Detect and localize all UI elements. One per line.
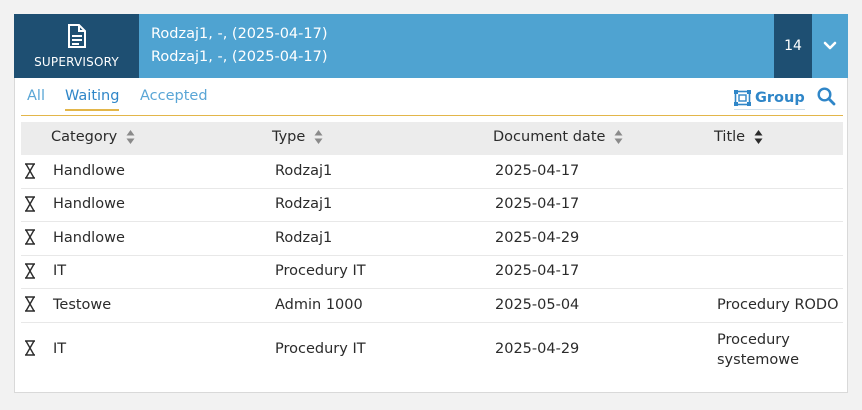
tab-accepted[interactable]: Accepted <box>140 88 208 104</box>
sort-icon <box>314 130 323 144</box>
hourglass-icon <box>25 340 35 356</box>
category-cell: Handlowe <box>53 163 125 179</box>
category-cell: IT <box>53 263 67 279</box>
category-cell: Handlowe <box>53 230 125 246</box>
hourglass-icon <box>25 263 35 279</box>
type-cell: Rodzaj1 <box>275 196 333 212</box>
type-cell: Procedury IT <box>275 341 366 357</box>
chevron-down-icon <box>823 41 837 50</box>
search-icon[interactable] <box>817 87 836 106</box>
table-row[interactable]: Handlowe Rodzaj1 2025-04-29 <box>21 222 843 256</box>
category-cell: IT <box>53 341 67 357</box>
sort-ascending-icon <box>754 130 763 144</box>
supervisory-widget: SUPERVISORY Rodzaj1, -, (2025-04-17) Rod… <box>14 14 848 393</box>
tab-all[interactable]: All <box>27 88 45 104</box>
table-row[interactable]: IT Procedury IT 2025-04-17 <box>21 256 843 289</box>
date-cell: 2025-05-04 <box>495 297 580 313</box>
column-header-title[interactable]: Title <box>714 129 763 145</box>
type-cell: Procedury IT <box>275 263 366 279</box>
header-line-2: Rodzaj1, -, (2025-04-17) <box>151 49 328 65</box>
header-line-1: Rodzaj1, -, (2025-04-17) <box>151 26 328 42</box>
column-header-category[interactable]: Category <box>51 129 135 145</box>
type-cell: Admin 1000 <box>275 297 363 313</box>
table-row[interactable]: Testowe Admin 1000 2025-05-04 Procedury … <box>21 289 843 323</box>
table-row[interactable]: Handlowe Rodzaj1 2025-04-17 <box>21 155 843 189</box>
date-cell: 2025-04-29 <box>495 341 580 357</box>
document-icon <box>67 23 86 48</box>
group-icon <box>734 89 751 106</box>
date-cell: 2025-04-17 <box>495 163 580 179</box>
tab-waiting[interactable]: Waiting <box>65 88 120 111</box>
group-label: Group <box>755 89 805 106</box>
title-cell: Procedury systemowe <box>717 332 800 368</box>
supervisory-badge: SUPERVISORY <box>14 14 139 78</box>
item-count-badge: 14 <box>774 14 812 78</box>
header-summary: Rodzaj1, -, (2025-04-17) Rodzaj1, -, (20… <box>139 14 774 78</box>
sort-icon <box>614 130 623 144</box>
tabs-bar: All Waiting Accepted Group <box>21 78 843 116</box>
type-cell: Rodzaj1 <box>275 230 333 246</box>
hourglass-icon <box>25 229 35 245</box>
hourglass-icon <box>25 196 35 212</box>
column-header-document-date[interactable]: Document date <box>493 129 623 145</box>
title-cell: Procedury RODO <box>717 297 839 313</box>
table-row[interactable]: Handlowe Rodzaj1 2025-04-17 <box>21 189 843 222</box>
date-cell: 2025-04-29 <box>495 230 580 246</box>
date-cell: 2025-04-17 <box>495 263 580 279</box>
supervisory-label: SUPERVISORY <box>34 54 119 69</box>
group-button[interactable]: Group <box>734 86 805 110</box>
column-header-type[interactable]: Type <box>272 129 323 145</box>
date-cell: 2025-04-17 <box>495 196 580 212</box>
table-row[interactable]: IT Procedury IT 2025-04-29 Procedury sys… <box>21 323 843 377</box>
hourglass-icon <box>25 163 35 179</box>
type-cell: Rodzaj1 <box>275 163 333 179</box>
hourglass-icon <box>25 296 35 312</box>
table-header: Category Type Document date Title <box>21 122 843 155</box>
expand-button[interactable] <box>812 14 848 78</box>
widget-header: SUPERVISORY Rodzaj1, -, (2025-04-17) Rod… <box>14 14 848 78</box>
category-cell: Testowe <box>53 297 112 313</box>
category-cell: Handlowe <box>53 196 125 212</box>
sort-icon <box>126 130 135 144</box>
